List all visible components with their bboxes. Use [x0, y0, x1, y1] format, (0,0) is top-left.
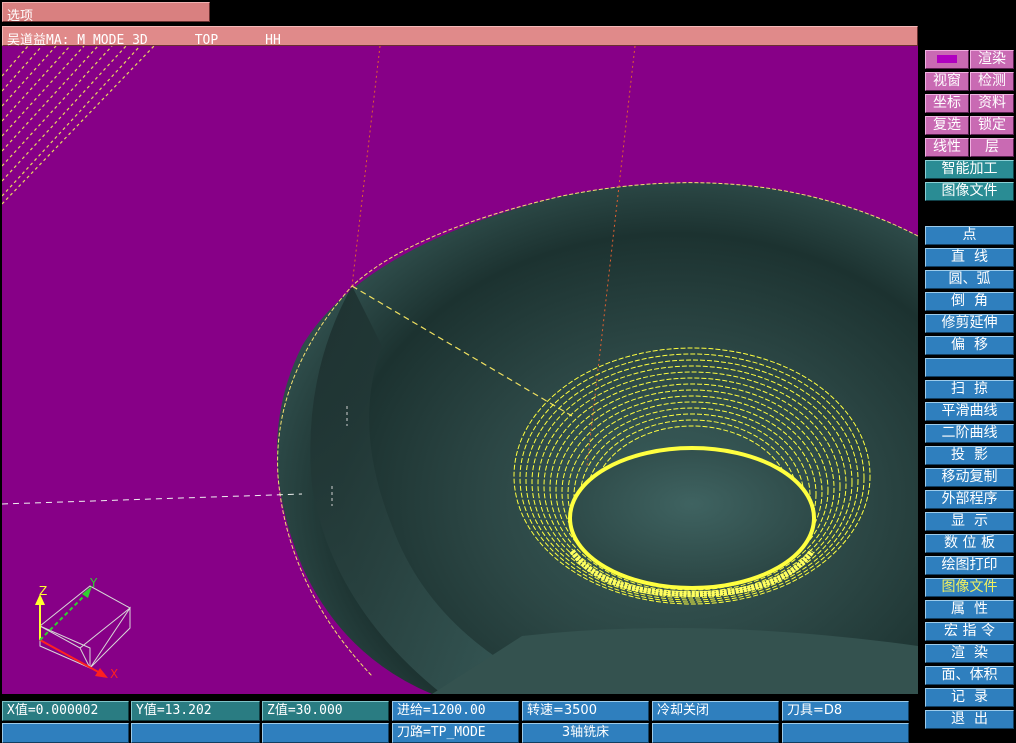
machine-type[interactable]: 3轴铣床 [522, 723, 649, 743]
status-empty-5 [782, 723, 909, 743]
y-value: Y值=13.202 [131, 701, 260, 721]
corner-hatch [2, 46, 155, 205]
cmd-display[interactable]: 显 示 [925, 512, 1014, 531]
axis-label-x: X [110, 667, 119, 681]
cmd-render[interactable]: 渲 染 [925, 644, 1014, 663]
coordinate-button[interactable]: 坐标 [925, 94, 969, 113]
cmd-blank[interactable] [925, 358, 1014, 377]
cmd-chamfer[interactable]: 倒 角 [925, 292, 1014, 311]
x-value: X值=0.000002 [2, 701, 129, 721]
cmd-project[interactable]: 投 影 [925, 446, 1014, 465]
data-button[interactable]: 资料 [970, 94, 1014, 113]
cmd-conic-curve[interactable]: 二阶曲线 [925, 424, 1014, 443]
cmd-external-program[interactable]: 外部程序 [925, 490, 1014, 509]
render-color-swatch-button[interactable] [925, 50, 969, 69]
cmd-sweep[interactable]: 扫 掠 [925, 380, 1014, 399]
lock-button[interactable]: 锁定 [970, 116, 1014, 135]
cmd-move-copy[interactable]: 移动复制 [925, 468, 1014, 487]
cmd-trim-extend[interactable]: 修剪延伸 [925, 314, 1014, 333]
coolant-status[interactable]: 冷却关闭 [652, 701, 779, 721]
axis-label-z: Z [39, 584, 48, 598]
inspect-button[interactable]: 检测 [970, 72, 1014, 91]
graphics-viewport[interactable]: Z Y X [2, 46, 918, 694]
cmd-exit[interactable]: 退 出 [925, 710, 1014, 729]
viewport-button[interactable]: 视窗 [925, 72, 969, 91]
cmd-line[interactable]: 直 线 [925, 248, 1014, 267]
options-menu[interactable]: 选项 [2, 2, 210, 24]
z-value: Z值=30.000 [262, 701, 389, 721]
multi-select-button[interactable]: 复选 [925, 116, 969, 135]
status-empty-4 [652, 723, 779, 743]
status-empty-3 [262, 723, 389, 743]
layer-button[interactable]: 层 [970, 138, 1014, 157]
cmd-offset[interactable]: 偏 移 [925, 336, 1014, 355]
linetype-button[interactable]: 线性 [925, 138, 969, 157]
scene-canvas [2, 46, 918, 694]
cmd-arc[interactable]: 圆、弧 [925, 270, 1014, 289]
cmd-digitizer[interactable]: 数 位 板 [925, 534, 1014, 553]
inner-hole [568, 446, 816, 590]
cmd-point[interactable]: 点 [925, 226, 1014, 245]
cmd-plot-print[interactable]: 绘图打印 [925, 556, 1014, 575]
render-button[interactable]: 渲染 [970, 50, 1014, 69]
cmd-macro[interactable]: 宏 指 令 [925, 622, 1014, 641]
status-empty-2 [131, 723, 260, 743]
axis-triad [35, 585, 131, 678]
color-swatch [937, 55, 957, 63]
smart-machining-button[interactable]: 智能加工 [925, 160, 1014, 179]
toolpath-mode[interactable]: 刀路=TP_MODE [392, 723, 519, 743]
axis-label-y: Y [90, 576, 98, 590]
image-file-button[interactable]: 图像文件 [925, 182, 1014, 201]
spindle-speed[interactable]: 转速=3500 [522, 701, 649, 721]
cmd-record[interactable]: 记 录 [925, 688, 1014, 707]
tool-status[interactable]: 刀具=D8 [782, 701, 909, 721]
options-menu-label: 选项 [7, 9, 34, 24]
cmd-image-file[interactable]: 图像文件 [925, 578, 1014, 597]
cmd-smooth-curve[interactable]: 平滑曲线 [925, 402, 1014, 421]
cmd-attributes[interactable]: 属 性 [925, 600, 1014, 619]
cmd-surface-volume[interactable]: 面、体积 [925, 666, 1014, 685]
feed-rate[interactable]: 进给=1200.00 [392, 701, 519, 721]
mode-status-line: 吴道益MA: M_MODE 3D TOP HH [2, 26, 918, 48]
status-empty-1 [2, 723, 129, 743]
